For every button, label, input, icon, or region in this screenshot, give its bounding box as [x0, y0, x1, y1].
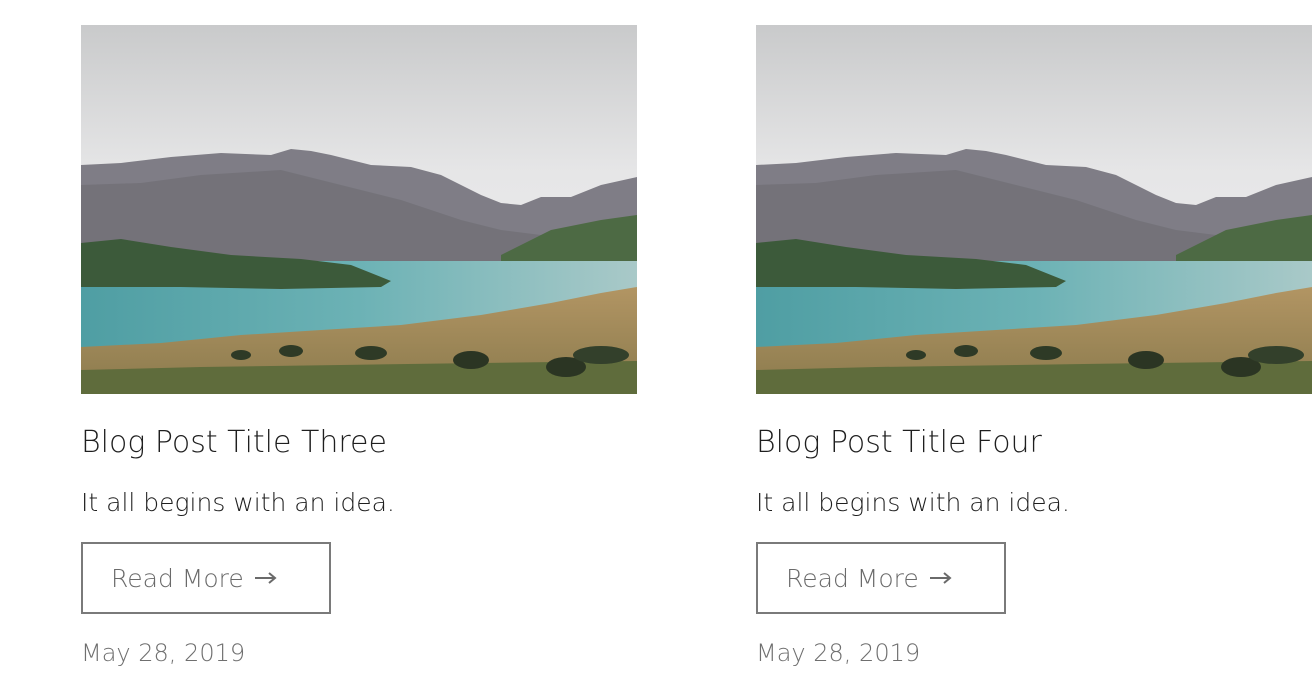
post-thumbnail-image[interactable]	[81, 25, 637, 394]
blog-post-card: Blog Post Title Three It all begins with…	[81, 25, 637, 667]
read-more-label: Read More	[111, 563, 244, 593]
post-excerpt: It all begins with an idea.	[756, 488, 1070, 517]
blog-post-card: Blog Post Title Four It all begins with …	[756, 25, 1312, 667]
read-more-button[interactable]: Read More	[756, 542, 1006, 614]
post-date: May 28, 2019	[756, 639, 921, 667]
post-title[interactable]: Blog Post Title Three	[81, 421, 387, 465]
read-more-label: Read More	[786, 563, 919, 593]
post-excerpt: It all begins with an idea.	[81, 488, 395, 517]
arrow-right-icon	[929, 572, 952, 584]
arrow-right-icon	[254, 572, 277, 584]
read-more-button[interactable]: Read More	[81, 542, 331, 614]
post-date: May 28, 2019	[81, 639, 246, 667]
post-thumbnail-image[interactable]	[756, 25, 1312, 394]
post-title[interactable]: Blog Post Title Four	[756, 421, 1042, 465]
